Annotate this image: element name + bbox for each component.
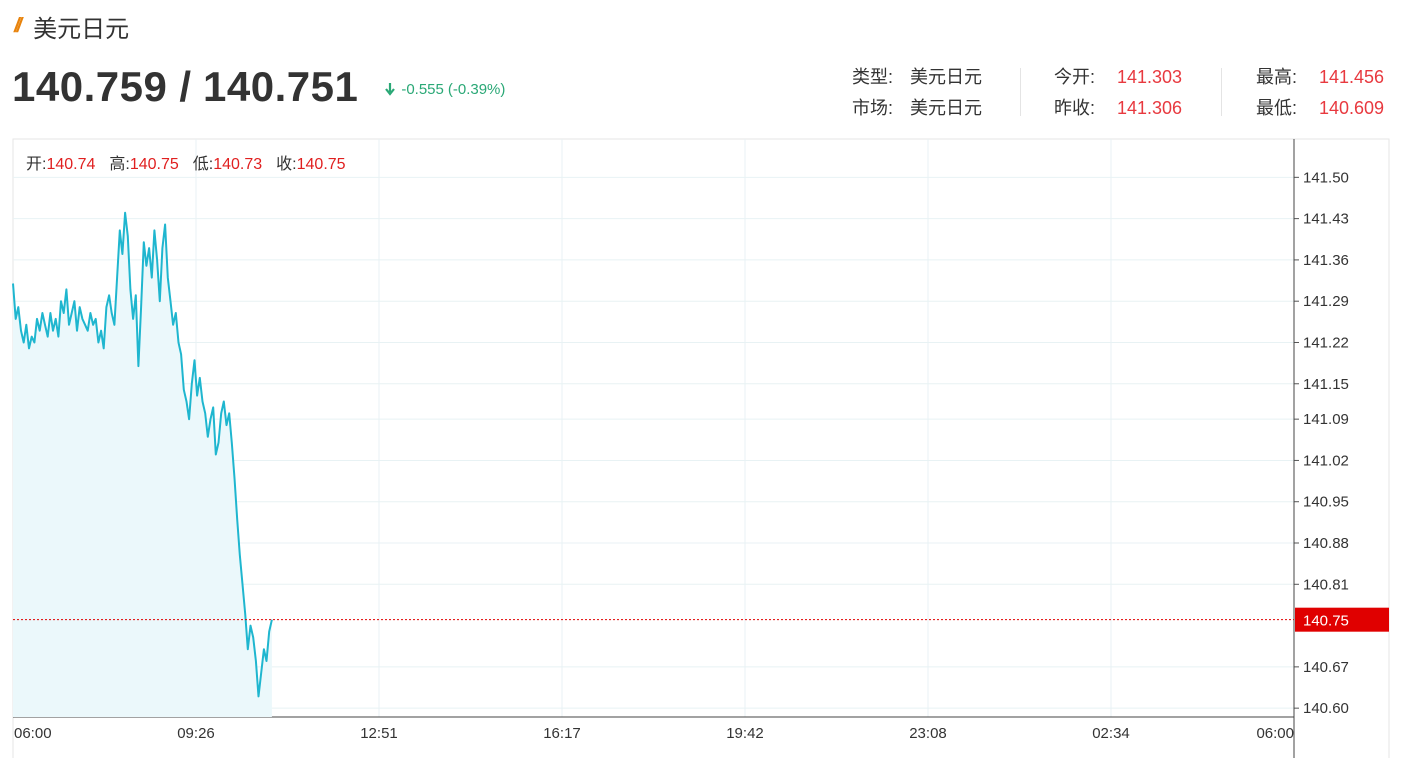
y-tick-label: 141.50 — [1303, 169, 1349, 186]
x-tick-label: 06:00 — [14, 725, 52, 742]
y-tick-label: 141.02 — [1303, 452, 1349, 469]
y-tick-label: 140.67 — [1303, 659, 1349, 676]
ohlc-close: 收:140.75 — [276, 156, 346, 173]
x-tick-label: 16:17 — [543, 725, 581, 742]
y-tick-label: 141.22 — [1303, 334, 1349, 351]
y-tick-label: 141.36 — [1303, 252, 1349, 269]
y-tick-label: 141.29 — [1303, 293, 1349, 310]
current-price-label: 140.75 — [1303, 613, 1349, 630]
y-tick-label: 140.60 — [1303, 700, 1349, 717]
ohlc-readout: 开:140.74 高:140.75 低:140.73 收:140.75 — [26, 150, 346, 174]
x-tick-label: 09:26 — [177, 725, 215, 742]
x-tick-label: 06:00 — [1256, 725, 1294, 742]
price-chart[interactable]: 141.50 141.43 141.36 141.29 141.22 141.15 141.… — [0, 0, 1404, 758]
x-tick-label: 19:42 — [726, 725, 764, 742]
ohlc-high: 高:140.75 — [109, 156, 179, 173]
x-tick-label: 12:51 — [360, 725, 398, 742]
quote-page: // 美元日元 140.759 / 140.751 -0.555 (-0.39%… — [0, 0, 1404, 758]
ohlc-open: 开:140.74 — [26, 156, 96, 173]
y-tick-label: 141.09 — [1303, 411, 1349, 428]
y-tick-label: 140.88 — [1303, 535, 1349, 552]
y-tick-label: 140.81 — [1303, 576, 1349, 593]
y-tick-label: 141.15 — [1303, 376, 1349, 393]
y-tick-label: 140.95 — [1303, 494, 1349, 511]
y-tick-label: 141.43 — [1303, 211, 1349, 228]
ohlc-low: 低:140.73 — [192, 156, 263, 173]
x-tick-label: 23:08 — [909, 725, 947, 742]
x-tick-label: 02:34 — [1092, 725, 1130, 742]
